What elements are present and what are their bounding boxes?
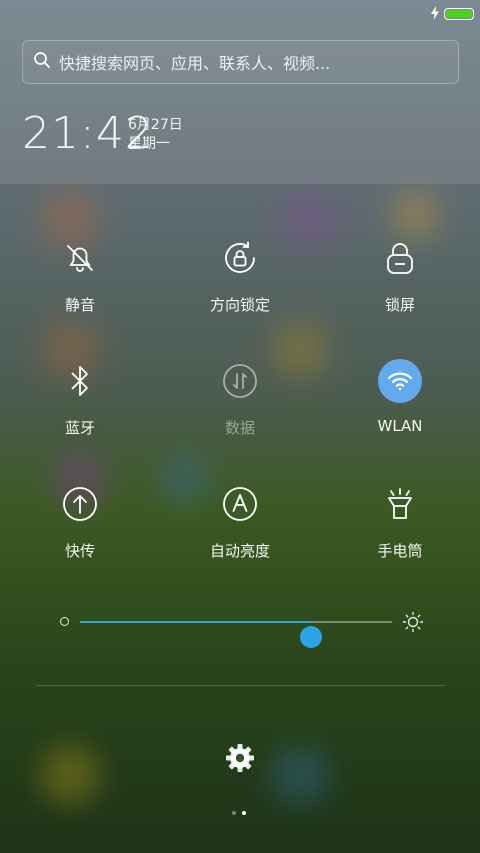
background-blur [270, 745, 330, 805]
quick-toggles-grid: 静音 方向锁定 锁屏 蓝牙 数据 WLAN 快传 自动亮度 手电筒 [0, 228, 480, 597]
clock-date-block[interactable]: 6月27日 星期一 [128, 116, 183, 154]
status-bar [430, 4, 474, 24]
page-dot-active[interactable] [242, 811, 246, 815]
brightness-track[interactable] [80, 621, 392, 648]
brightness-high-icon [402, 611, 424, 637]
brightness-slider[interactable] [56, 606, 424, 648]
brightness-fill [80, 621, 311, 623]
toggle-mobile-data[interactable]: 数据 [160, 351, 320, 474]
toggle-label: 手电筒 [377, 542, 423, 560]
toggle-label: WLAN [377, 417, 423, 435]
toggle-mute[interactable]: 静音 [0, 228, 160, 351]
clock-date: 6月27日 [128, 117, 183, 133]
page-indicator [232, 811, 246, 815]
charging-icon [430, 5, 440, 24]
background-blur [40, 745, 100, 805]
flashlight-icon [378, 482, 422, 526]
toggle-label: 蓝牙 [64, 419, 95, 437]
divider [36, 685, 446, 686]
toggle-label: 自动亮度 [209, 542, 270, 560]
brightness-thumb[interactable] [299, 626, 322, 648]
toggle-lock-screen[interactable]: 锁屏 [320, 228, 480, 351]
toggle-wlan[interactable]: WLAN [320, 351, 480, 474]
search-placeholder: 快捷搜索网页、应用、联系人、视频... [59, 54, 331, 73]
brightness-low-icon [60, 617, 69, 626]
wifi-icon [378, 359, 422, 403]
toggle-label: 数据 [224, 419, 255, 437]
battery-level [446, 10, 472, 18]
toggle-quick-transfer[interactable]: 快传 [0, 474, 160, 597]
battery-icon [444, 8, 474, 20]
mute-bell-icon [58, 236, 102, 280]
toggle-auto-brightness[interactable]: 自动亮度 [160, 474, 320, 597]
mobile-data-icon [218, 359, 262, 403]
quick-transfer-icon [58, 482, 102, 526]
toggle-flashlight[interactable]: 手电筒 [320, 474, 480, 597]
search-bar[interactable]: 快捷搜索网页、应用、联系人、视频... [22, 40, 459, 84]
toggle-label: 方向锁定 [209, 296, 270, 314]
settings-button[interactable] [224, 742, 256, 774]
search-icon [33, 51, 51, 73]
rotation-lock-icon [218, 236, 262, 280]
lock-icon [378, 236, 422, 280]
page-dot[interactable] [232, 811, 236, 815]
toggle-rotation-lock[interactable]: 方向锁定 [160, 228, 320, 351]
clock-weekday: 星期一 [128, 136, 170, 152]
toggle-label: 锁屏 [384, 296, 415, 314]
bluetooth-icon [58, 359, 102, 403]
gear-icon [224, 744, 256, 778]
toggle-bluetooth[interactable]: 蓝牙 [0, 351, 160, 474]
toggle-label: 静音 [64, 296, 95, 314]
auto-brightness-icon [218, 482, 262, 526]
toggle-label: 快传 [64, 542, 95, 560]
